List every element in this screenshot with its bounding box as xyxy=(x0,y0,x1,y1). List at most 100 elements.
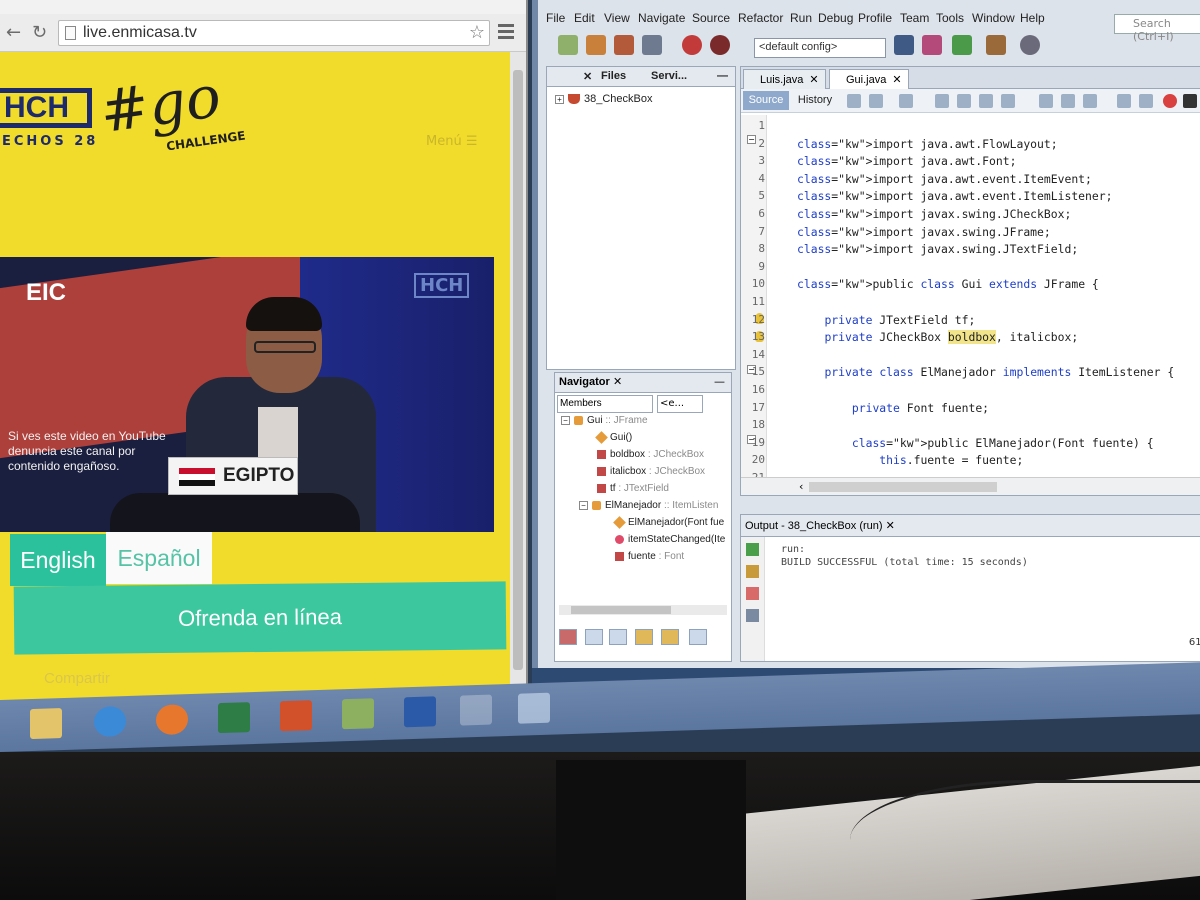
save-all-icon[interactable] xyxy=(642,35,662,55)
menu-view[interactable]: View xyxy=(604,11,630,25)
bookmark-star-icon[interactable]: ☆ xyxy=(469,22,485,43)
menu-refactor[interactable]: Refactor xyxy=(738,11,783,25)
hch-logo[interactable]: HCH xyxy=(0,88,92,128)
tree-item[interactable]: fuente : Font xyxy=(615,551,684,567)
shift-right-icon[interactable] xyxy=(1061,94,1075,108)
menu-help[interactable]: Help xyxy=(1020,11,1045,25)
build-hammer-icon[interactable] xyxy=(894,35,914,55)
redo-icon[interactable] xyxy=(710,35,730,55)
minimize-icon[interactable]: — xyxy=(714,375,725,388)
config-dropdown[interactable]: <default config> xyxy=(754,38,886,58)
last-edit-icon[interactable] xyxy=(847,94,861,108)
toggle-highlight-icon[interactable] xyxy=(1001,94,1015,108)
close-icon[interactable]: ✕ xyxy=(613,375,622,388)
menu-debug[interactable]: Debug xyxy=(818,11,853,25)
stop-macro-icon[interactable] xyxy=(1183,94,1197,108)
tree-item[interactable]: ElManejador(Font fue xyxy=(613,515,724,533)
address-bar[interactable]: live.enmicasa.tv ☆ xyxy=(58,20,490,46)
comment-icon[interactable] xyxy=(1117,94,1131,108)
element-filter[interactable]: <e... xyxy=(657,395,703,413)
expand-icon[interactable]: + xyxy=(555,94,564,104)
browser-scroll-thumb[interactable] xyxy=(513,70,523,670)
tree-item[interactable]: italicbox : JCheckBox xyxy=(597,466,705,482)
uncomment-icon[interactable] xyxy=(1139,94,1153,108)
menu-tools[interactable]: Tools xyxy=(936,11,964,25)
find-previous-icon[interactable] xyxy=(957,94,971,108)
editor-scroll-thumb[interactable] xyxy=(809,482,997,492)
site-menu-button[interactable]: Menú ☰ xyxy=(426,134,478,149)
powerpoint-icon[interactable] xyxy=(280,700,312,732)
undo-icon[interactable] xyxy=(682,35,702,55)
internet-explorer-icon[interactable] xyxy=(94,706,126,738)
excel-icon[interactable] xyxy=(218,702,250,734)
start-macro-icon[interactable] xyxy=(1163,94,1177,108)
source-view-button[interactable]: Source xyxy=(743,91,789,110)
open-project-icon[interactable] xyxy=(614,35,634,55)
netbeans-icon[interactable] xyxy=(518,692,550,724)
debug-icon[interactable] xyxy=(986,35,1006,55)
firefox-icon[interactable] xyxy=(156,704,188,736)
language-spanish-button[interactable]: Español xyxy=(106,532,212,584)
scroll-left-icon[interactable]: ‹ xyxy=(799,480,803,493)
browser-menu-icon[interactable] xyxy=(498,24,514,40)
browser-scrollbar[interactable] xyxy=(510,52,526,712)
back-icon[interactable]: ← xyxy=(6,23,21,43)
menu-edit[interactable]: Edit xyxy=(574,11,595,25)
history-view-button[interactable]: History xyxy=(793,91,837,110)
share-link[interactable]: Compartir xyxy=(44,670,110,687)
sort-icon[interactable] xyxy=(559,629,577,645)
minimize-icon[interactable]: — xyxy=(717,70,728,82)
menu-profile[interactable]: Profile xyxy=(858,11,892,25)
navigator-scroll-thumb[interactable] xyxy=(571,606,671,614)
language-english-button[interactable]: English xyxy=(10,534,106,586)
tab-luis-java[interactable]: Luis.java ✕ xyxy=(743,69,826,89)
menu-run[interactable]: Run xyxy=(790,11,812,25)
run-icon[interactable] xyxy=(952,35,972,55)
reload-icon[interactable]: ↻ xyxy=(32,23,47,43)
find-icon[interactable] xyxy=(935,94,949,108)
profile-icon[interactable] xyxy=(1020,35,1040,55)
tree-item[interactable]: boldbox : JCheckBox xyxy=(597,449,704,465)
filter-static-icon[interactable] xyxy=(609,629,627,645)
tree-item[interactable]: tf : JTextField xyxy=(597,483,669,499)
close-icon[interactable]: ✕ xyxy=(583,70,592,83)
menu-source[interactable]: Source xyxy=(692,11,730,25)
online-offering-button[interactable]: Ofrenda en línea xyxy=(13,581,507,655)
menu-navigate[interactable]: Navigate xyxy=(638,11,685,25)
video-player[interactable]: EIC HCH Si ves este video en YouTube den… xyxy=(0,257,494,532)
chrome-icon[interactable] xyxy=(460,694,492,726)
menu-window[interactable]: Window xyxy=(972,11,1015,25)
filter-inherited-icon[interactable] xyxy=(661,629,679,645)
tab-files[interactable]: Files xyxy=(601,70,626,82)
members-filter[interactable]: Members xyxy=(557,395,653,413)
tree-item[interactable]: Gui() xyxy=(595,430,632,448)
back-icon[interactable] xyxy=(869,94,883,108)
forward-icon[interactable] xyxy=(899,94,913,108)
stop-icon[interactable] xyxy=(746,587,759,600)
filter-nonpublic-icon[interactable] xyxy=(635,629,653,645)
editor-scrollbar[interactable]: ‹ xyxy=(741,477,1200,495)
output-tab[interactable]: Output - 38_CheckBox (run) ✕ xyxy=(745,519,895,532)
close-icon[interactable]: ✕ xyxy=(809,74,818,86)
rerun-icon[interactable] xyxy=(746,543,759,556)
new-file-icon[interactable] xyxy=(558,35,578,55)
menu-team[interactable]: Team xyxy=(900,11,929,25)
tab-services[interactable]: Servi... xyxy=(651,70,687,82)
tab-gui-java[interactable]: Gui.java ✕ xyxy=(829,69,909,89)
project-node[interactable]: +38_CheckBox xyxy=(555,93,653,105)
word-icon[interactable] xyxy=(404,696,436,728)
code-area[interactable]: 1 2 class="kw">import java.awt.FlowLayout;… xyxy=(752,115,1200,484)
tree-item[interactable]: − Gui :: JFrame xyxy=(561,415,648,431)
output-settings-icon[interactable] xyxy=(746,609,759,622)
menu-file[interactable]: File xyxy=(546,11,565,25)
clean-build-icon[interactable] xyxy=(922,35,942,55)
navigator-options-icon[interactable] xyxy=(689,629,707,645)
file-explorer-icon[interactable] xyxy=(30,708,62,740)
navigator-scrollbar[interactable] xyxy=(559,605,727,615)
filter-fields-icon[interactable] xyxy=(585,629,603,645)
tree-item[interactable]: − ElManejador :: ItemListen xyxy=(579,500,718,516)
find-next-icon[interactable] xyxy=(979,94,993,108)
shift-left-icon[interactable] xyxy=(1039,94,1053,108)
project-icon[interactable] xyxy=(342,698,374,730)
new-project-icon[interactable] xyxy=(586,35,606,55)
